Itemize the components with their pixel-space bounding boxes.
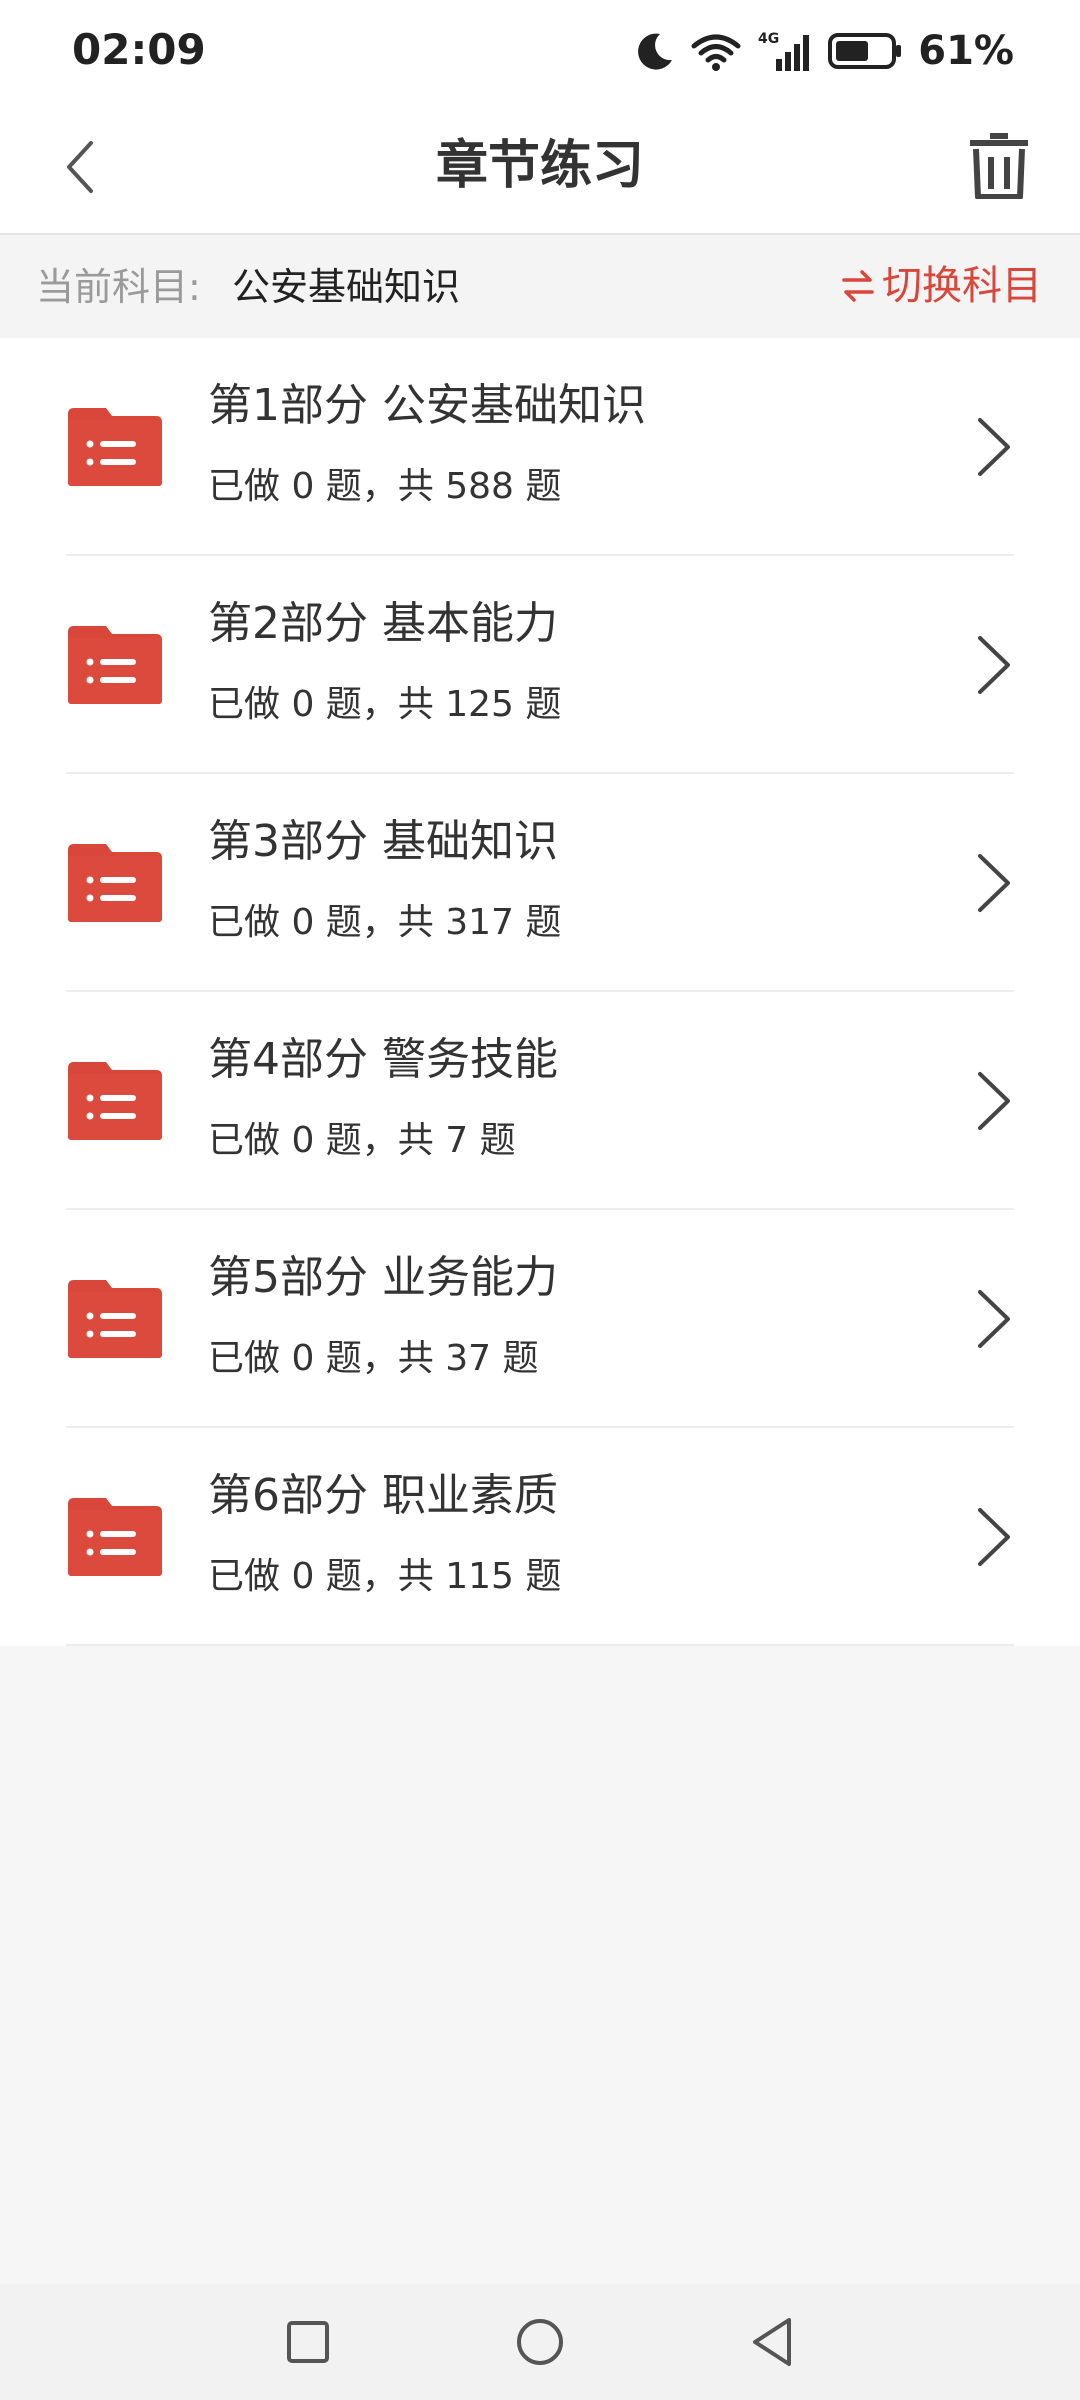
chapter-title: 第5部分 业务能力 <box>208 1252 558 1303</box>
folder-list-icon <box>68 408 162 486</box>
folder-list-icon <box>68 844 162 922</box>
subject-label: 当前科目: <box>36 265 201 309</box>
chevron-right-icon <box>978 418 1010 476</box>
page-title: 章节练习 <box>435 136 644 196</box>
switch-subject-label: 切换科目 <box>882 263 1042 309</box>
folder-list-icon <box>68 626 162 704</box>
folder-list-icon <box>68 1498 162 1576</box>
switch-subject-button[interactable]: 切换科目 <box>840 259 1042 313</box>
folder-list-icon <box>68 1280 162 1358</box>
chapter-progress: 已做 0 题，共 588 题 <box>208 466 562 507</box>
network-type-label: 4G <box>758 31 779 47</box>
status-time: 02:09 <box>72 25 206 74</box>
chevron-right-icon <box>978 854 1010 912</box>
swap-arrows-icon <box>842 270 874 302</box>
status-bar: 02:09 4G 61% <box>0 0 1080 100</box>
status-icons: 4G 61% <box>634 26 1014 76</box>
folder-list-icon <box>68 1062 162 1140</box>
chevron-right-icon <box>978 1072 1010 1130</box>
chapter-title: 第6部分 职业素质 <box>208 1470 558 1521</box>
system-back-button[interactable] <box>740 2310 804 2374</box>
chevron-right-icon <box>978 1508 1010 1566</box>
subject-bar: 当前科目: 公安基础知识 切换科目 <box>0 235 1080 338</box>
chevron-right-icon <box>978 1290 1010 1348</box>
chapter-progress: 已做 0 题，共 7 题 <box>208 1120 516 1161</box>
chapter-title: 第2部分 基本能力 <box>208 598 558 649</box>
chevron-right-icon <box>978 636 1010 694</box>
chapter-progress: 已做 0 题，共 317 题 <box>208 902 562 943</box>
chapter-item-4[interactable]: 第4部分 警务技能 已做 0 题，共 7 题 <box>0 992 1080 1210</box>
chapter-progress: 已做 0 题，共 115 题 <box>208 1556 562 1597</box>
chapter-item-1[interactable]: 第1部分 公安基础知识 已做 0 题，共 588 题 <box>0 338 1080 556</box>
chapter-title: 第4部分 警务技能 <box>208 1034 558 1085</box>
back-triangle-icon <box>753 2318 791 2366</box>
chapter-item-5[interactable]: 第5部分 业务能力 已做 0 题，共 37 题 <box>0 1210 1080 1428</box>
chapter-progress: 已做 0 题，共 37 题 <box>208 1338 539 1379</box>
chapter-item-3[interactable]: 第3部分 基础知识 已做 0 题，共 317 题 <box>0 774 1080 992</box>
chapter-title: 第3部分 基础知识 <box>208 816 558 867</box>
chapter-list: 第1部分 公安基础知识 已做 0 题，共 588 题 第2部分 基本能力 已做 … <box>0 338 1080 1646</box>
trash-icon <box>970 133 1028 199</box>
trash-button[interactable] <box>954 120 1044 210</box>
screen: 02:09 4G 61% 章节练习 当前科目: 公安基础知识 切换科目 第1部分… <box>0 0 1080 2400</box>
signal-icon: 4G <box>758 31 810 71</box>
chapter-item-2[interactable]: 第2部分 基本能力 已做 0 题，共 125 题 <box>0 556 1080 774</box>
battery-percent: 61% <box>918 28 1014 74</box>
home-circle-icon <box>517 2319 563 2365</box>
wifi-icon <box>691 34 741 71</box>
recents-square-icon <box>287 2321 329 2363</box>
subject-value: 公安基础知识 <box>232 265 461 309</box>
chapter-title: 第1部分 公安基础知识 <box>208 380 646 431</box>
battery-icon <box>828 33 902 69</box>
nav-bar: 章节练习 <box>0 100 1080 235</box>
home-button[interactable] <box>508 2310 572 2374</box>
moon-icon <box>638 33 673 70</box>
system-nav-bar <box>0 2284 1080 2400</box>
chapter-item-6[interactable]: 第6部分 职业素质 已做 0 题，共 115 题 <box>0 1428 1080 1646</box>
recents-button[interactable] <box>276 2310 340 2374</box>
chapter-progress: 已做 0 题，共 125 题 <box>208 684 562 725</box>
